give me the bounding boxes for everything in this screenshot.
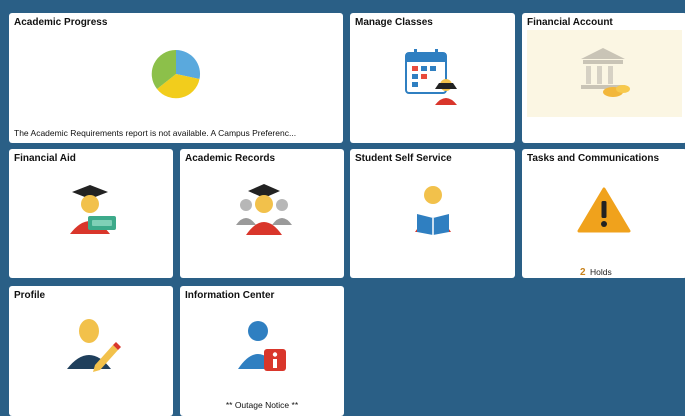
calendar-graduate-icon <box>405 49 457 105</box>
tile-title: Profile <box>14 290 46 301</box>
holds-label: Holds <box>590 267 612 277</box>
holds-count: 2 <box>580 267 586 278</box>
tile-student-self-service[interactable]: Student Self Service <box>350 149 515 278</box>
student-reading-icon <box>415 186 451 235</box>
tile-title: Tasks and Communications <box>527 153 660 164</box>
tile-academic-records[interactable]: Academic Records <box>180 149 344 278</box>
graduates-group-icon <box>236 184 292 235</box>
tile-title: Academic Records <box>185 153 276 164</box>
pie-chart-icon <box>151 49 201 99</box>
tile-manage-classes[interactable]: Manage Classes <box>350 13 515 143</box>
tile-title: Academic Progress <box>14 17 108 28</box>
tile-information-center[interactable]: Information Center ** Outage Notice ** <box>180 286 344 416</box>
holds-summary[interactable]: 2 Holds <box>580 262 612 278</box>
person-edit-icon <box>67 319 121 372</box>
tile-title: Student Self Service <box>355 153 452 164</box>
tile-title: Manage Classes <box>355 17 433 28</box>
bank-coins-icon <box>581 48 630 97</box>
outage-notice[interactable]: ** Outage Notice ** <box>180 400 344 410</box>
tile-profile[interactable]: Profile <box>9 286 173 416</box>
tile-financial-aid[interactable]: Financial Aid <box>9 149 173 278</box>
tile-title: Financial Account <box>527 17 613 28</box>
person-info-icon <box>238 321 286 371</box>
tile-title: Financial Aid <box>14 153 76 164</box>
tile-financial-account[interactable]: Financial Account <box>522 13 685 143</box>
graduate-money-icon <box>70 185 116 234</box>
academic-progress-note: The Academic Requirements report is not … <box>14 128 297 138</box>
tile-tasks-communications[interactable]: Tasks and Communications 2 Holds <box>522 149 685 278</box>
tile-academic-progress[interactable]: Academic Progress The Academic Requireme… <box>9 13 343 143</box>
tile-title: Information Center <box>185 290 275 301</box>
warning-icon <box>577 187 631 233</box>
